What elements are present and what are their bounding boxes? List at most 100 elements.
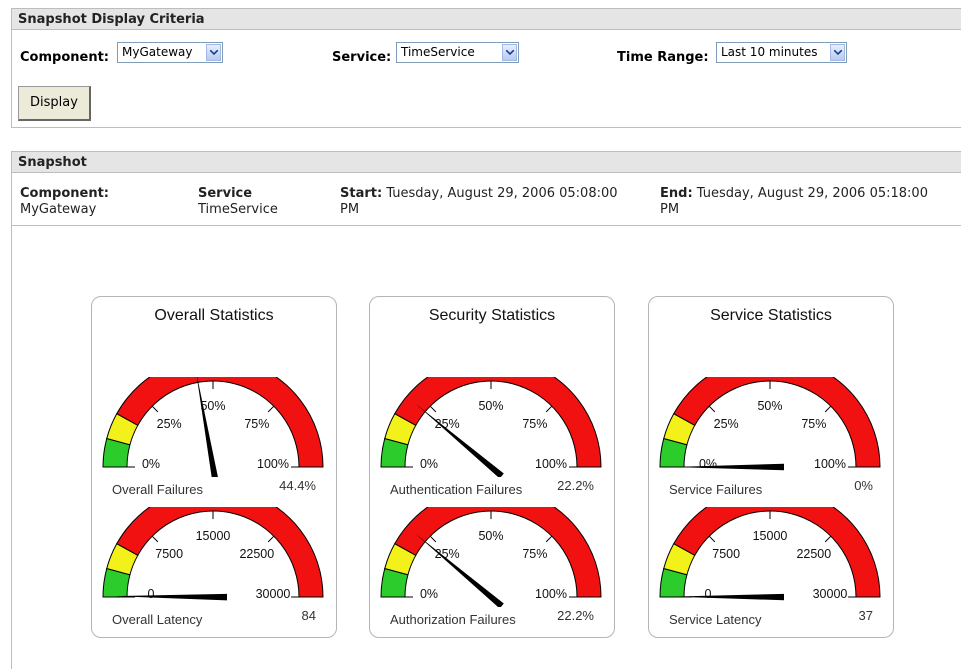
snapshot-component-value: MyGateway — [20, 202, 97, 217]
criteria-border-left — [11, 8, 12, 128]
gauge-tick-label: 0 — [148, 587, 155, 601]
component-select[interactable]: MyGateway — [117, 42, 223, 63]
gauge-needle — [196, 377, 218, 477]
chevron-down-icon[interactable] — [830, 44, 845, 61]
gauge-value: 84 — [301, 608, 316, 623]
gauge-band-red — [116, 507, 324, 598]
display-button[interactable]: Display — [18, 86, 91, 121]
gauge-value: 22.2% — [557, 478, 594, 493]
gauge-label: Authorization Failures — [390, 612, 516, 627]
gauge-tick-label: 0% — [420, 457, 438, 471]
gauge: 0%25%50%75%100% — [380, 507, 602, 607]
gauge-tick-label: 75% — [801, 417, 826, 431]
gauge-value: 44.4% — [279, 478, 316, 493]
gauge-tick-label: 75% — [244, 417, 269, 431]
gauge-tick — [429, 405, 437, 413]
gauge-tick-label: 75% — [522, 547, 547, 561]
gauge-needle — [672, 463, 784, 471]
gauge: 0% 25% 50% 75% 100% — [659, 377, 881, 471]
gauge-tick-label: 22500 — [239, 547, 274, 561]
snapshot-service-value: TimeService — [198, 202, 278, 217]
gauge-tick-label: 30000 — [813, 587, 848, 601]
gauge-label: Overall Latency — [112, 612, 203, 627]
gauge-value: 37 — [858, 608, 873, 623]
gauge: 0 7500 15000 22500 30000 — [659, 507, 881, 601]
snapshot-start-value-cont: PM — [340, 202, 360, 217]
stats-panel: Service Statistics 0% 25% 50% 75% 100% Service… — [648, 296, 894, 638]
snapshot-end: End: Tuesday, August 29, 2006 05:18:00 — [660, 186, 928, 201]
component-label: Component: — [20, 50, 109, 65]
gauge-band-red — [394, 377, 602, 468]
snapshot-start-label: Start: — [340, 186, 383, 201]
gauge-label: Service Failures — [669, 482, 763, 497]
timerange-select[interactable]: Last 10 minutes — [716, 42, 847, 63]
gauge-needle — [672, 593, 785, 601]
gauge-tick-label: 50% — [757, 399, 782, 413]
snapshot-header: Snapshot — [11, 151, 961, 173]
component-select-value: MyGateway — [122, 45, 193, 59]
gauge-label: Authentication Failures — [390, 482, 523, 497]
gauge-tick — [151, 405, 159, 413]
snapshot-start-value: Tuesday, August 29, 2006 05:08:00 — [386, 186, 618, 201]
stats-panel: Security Statistics 0% 25% 50% 75% 100% Authen… — [369, 296, 615, 638]
criteria-title: Snapshot Display Criteria — [18, 12, 205, 27]
chevron-down-icon[interactable] — [502, 44, 517, 61]
gauge-tick-label: 30000 — [256, 587, 291, 601]
timerange-select-value: Last 10 minutes — [721, 45, 818, 59]
gauge-tick — [267, 405, 275, 413]
gauge-tick-label: 0 — [705, 587, 712, 601]
stats-panel-title: Security Statistics — [428, 307, 556, 324]
gauge-tick-label: 7500 — [155, 547, 183, 561]
gauge-tick — [824, 405, 832, 413]
gauge-tick-label: 0% — [142, 457, 160, 471]
snapshot-info-divider — [11, 225, 961, 226]
service-select[interactable]: TimeService — [396, 42, 519, 63]
gauge-tick — [267, 535, 275, 543]
gauge-tick-label: 100% — [535, 587, 567, 601]
stats-panel: Overall Statistics 0% 25% 50% 75% 100% Overall… — [91, 296, 337, 638]
gauge-tick-label: 100% — [535, 457, 567, 471]
gauge: 0% 25% 50% 75% 100% — [102, 377, 324, 477]
timerange-label: Time Range: — [617, 50, 709, 65]
stats-panel-title: Overall Statistics — [154, 307, 274, 324]
gauge-band-red — [673, 377, 881, 468]
gauge-tick — [151, 535, 159, 543]
gauge-tick-label: 50% — [478, 529, 503, 543]
gauge-value: 0% — [854, 478, 873, 493]
snapshot-service-label: Service — [198, 186, 253, 201]
stats-panel-title: Service Statistics — [710, 307, 832, 324]
gauge: 0%25%50%75%100% — [380, 377, 602, 477]
gauge-tick-label: 25% — [157, 417, 182, 431]
gauge-tick-label: 75% — [522, 417, 547, 431]
service-label: Service: — [332, 50, 392, 65]
gauge-tick-label: 0% — [699, 457, 717, 471]
snapshot-component-label: Component: — [20, 186, 109, 201]
gauge-tick-label: 25% — [714, 417, 739, 431]
gauge: 0 7500 15000 22500 30000 — [102, 507, 324, 601]
gauge-band-red — [394, 507, 602, 598]
gauge-label: Service Latency — [669, 612, 762, 627]
gauge-label: Overall Failures — [112, 482, 204, 497]
chevron-down-icon[interactable] — [206, 44, 221, 61]
gauge-tick — [824, 535, 832, 543]
gauge-tick — [429, 535, 437, 543]
gauge-tick — [545, 535, 553, 543]
gauge-tick-label: 15000 — [196, 529, 231, 543]
gauge-tick-label: 50% — [200, 399, 225, 413]
gauge-tick-label: 100% — [814, 457, 846, 471]
snapshot-end-value: Tuesday, August 29, 2006 05:18:00 — [696, 186, 928, 201]
snapshot-end-value-cont: PM — [660, 202, 680, 217]
gauge-tick — [708, 405, 716, 413]
criteria-border-bottom — [11, 127, 961, 128]
snapshot-start: Start: Tuesday, August 29, 2006 05:08:00 — [340, 186, 618, 201]
criteria-header: Snapshot Display Criteria — [11, 8, 961, 30]
gauge-band-red — [673, 507, 881, 598]
gauge-tick-label: 100% — [257, 457, 289, 471]
gauge-tick-label: 0% — [420, 587, 438, 601]
gauge-band-red — [116, 377, 324, 468]
service-select-value: TimeService — [401, 45, 475, 59]
gauge-tick-label: 15000 — [753, 529, 788, 543]
snapshot-title: Snapshot — [18, 155, 87, 170]
gauge-tick-label: 7500 — [712, 547, 740, 561]
gauge-tick — [545, 405, 553, 413]
